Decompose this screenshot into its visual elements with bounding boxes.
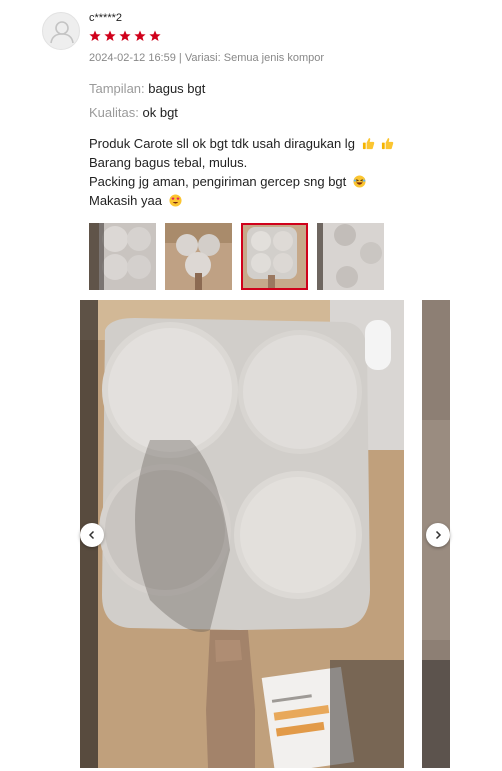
- comment-line-4: Makasih yaa: [89, 191, 409, 210]
- chevron-left-icon: [88, 530, 95, 540]
- chevron-right-icon: [435, 530, 442, 540]
- comment-line-3: Packing jg aman, pengiriman gercep sng b…: [89, 172, 409, 191]
- heart-eyes-icon: [169, 194, 182, 207]
- previous-image-button[interactable]: [80, 523, 104, 547]
- thumbnail-3[interactable]: [241, 223, 308, 290]
- next-image-button[interactable]: [426, 523, 450, 547]
- star-icon: [119, 30, 131, 41]
- attribute-key: Tampilan:: [89, 81, 145, 96]
- thumbnail-2[interactable]: [165, 223, 232, 290]
- attribute-value: bagus bgt: [148, 81, 206, 96]
- star-icon: [149, 30, 161, 41]
- attribute-value: ok bgt: [142, 105, 178, 120]
- user-icon: [50, 21, 74, 44]
- comment-text: Makasih yaa: [89, 193, 162, 208]
- comment-line-1: Produk Carote sll ok bgt tdk usah diragu…: [89, 134, 409, 153]
- reviewer-username: c*****2: [89, 12, 123, 24]
- attribute-tampilan: Tampilan: bagus bgt: [89, 81, 205, 96]
- reviewer-avatar: [42, 12, 80, 50]
- comment-line-2: Barang bagus tebal, mulus.: [89, 155, 248, 170]
- comment-text: Produk Carote sll ok bgt tdk usah diragu…: [89, 136, 355, 151]
- star-icon: [134, 30, 146, 41]
- review-meta: 2024-02-12 16:59 | Variasi: Semua jenis …: [89, 52, 325, 64]
- review-image-viewer[interactable]: [80, 300, 404, 768]
- review-comment: Produk Carote sll ok bgt tdk usah diragu…: [89, 134, 409, 210]
- thumbs-up-icon: [362, 138, 374, 150]
- attribute-kualitas: Kualitas: ok bgt: [89, 105, 178, 120]
- review-media-thumbnails: [89, 223, 384, 290]
- laughing-face-icon: [353, 175, 366, 188]
- comment-text: Packing jg aman, pengiriman gercep sng b…: [89, 174, 347, 189]
- thumbnail-1[interactable]: [89, 223, 156, 290]
- star-icon: [89, 30, 101, 41]
- review-image: [80, 300, 404, 768]
- star-icon: [104, 30, 116, 41]
- attribute-key: Kualitas:: [89, 105, 139, 120]
- thumbnail-4[interactable]: [317, 223, 384, 290]
- rating-stars: [89, 30, 161, 42]
- thumbs-up-icon: [382, 138, 394, 150]
